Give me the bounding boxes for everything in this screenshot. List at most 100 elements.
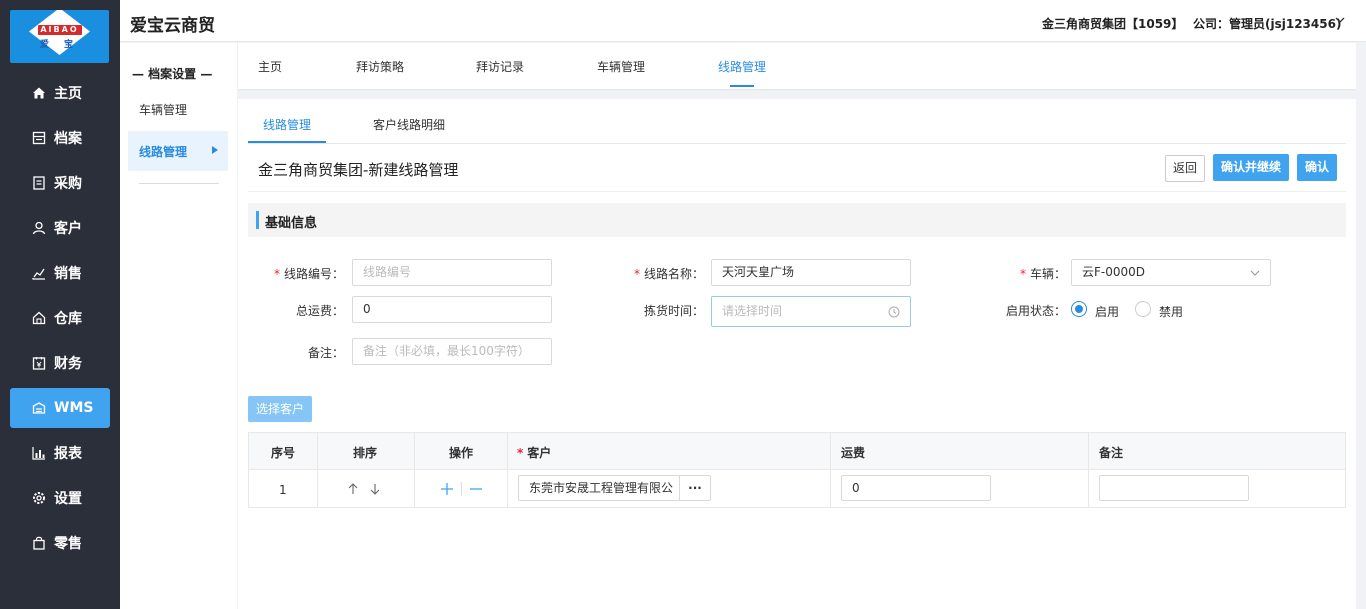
sidebar-item-label: WMS (54, 400, 94, 416)
confirm-and-continue-button[interactable]: 确认并继续 (1213, 154, 1289, 181)
sidebar-item-purchase[interactable]: 采购 (10, 163, 110, 203)
user-info[interactable]: 公司：管理员(jsj123456) (1193, 15, 1341, 32)
sidebar-item-report[interactable]: 报表 (10, 433, 110, 473)
company-name[interactable]: 金三角商贸集团【1059】 (1042, 15, 1183, 32)
tab-vehicle-management[interactable]: 车辆管理 (597, 58, 645, 75)
back-button[interactable]: 返回 (1165, 155, 1205, 182)
pick-time-input[interactable]: 请选择时间 (711, 296, 911, 327)
subnav-heading: — 档案设置 — (132, 67, 213, 81)
sidebar-item-retail[interactable]: 零售 (10, 523, 110, 563)
required-mark: * (1019, 267, 1026, 281)
panel-tab-route[interactable]: 线路管理 (263, 116, 311, 133)
row-index: 1 (279, 483, 287, 497)
remark-input[interactable]: 备注（非必填，最长100字符） (352, 338, 552, 365)
sidebar-item-label: 财务 (54, 356, 82, 372)
minus-icon[interactable] (469, 482, 483, 496)
select-customer-button[interactable]: 选择客户 (248, 396, 312, 422)
vehicle-label-text: 车辆： (1029, 267, 1066, 281)
section-title: 基础信息 (265, 216, 318, 231)
retail-icon (32, 536, 46, 550)
logo[interactable]: AIBAO 爱 宝 (10, 10, 109, 63)
sidebar-item-label: 零售 (54, 536, 82, 552)
total-freight-input[interactable]: 0 (352, 296, 552, 323)
status-disabled-label[interactable]: 禁用 (1159, 303, 1183, 320)
vehicle-select[interactable]: 云F-0000D (1071, 259, 1271, 286)
subnav-item-vehicle[interactable]: 车辆管理 (128, 101, 228, 121)
column-divider (317, 433, 318, 507)
plus-icon[interactable] (440, 482, 454, 496)
subnav-item-route[interactable]: 线路管理 (128, 131, 228, 171)
divider (461, 482, 462, 496)
archive-icon (32, 131, 46, 145)
sidebar-item-warehouse[interactable]: 仓库 (10, 298, 110, 338)
column-header-remark: 备注 (1099, 446, 1124, 460)
brand-title: 爱宝云商贸 (130, 16, 215, 36)
status-enabled-label[interactable]: 启用 (1095, 303, 1119, 320)
remark-cell-input[interactable] (1099, 475, 1249, 501)
total-freight-label: 总运费： (295, 304, 344, 318)
sidebar-item-sales[interactable]: 销售 (10, 253, 110, 293)
tab-route-management[interactable]: 线路管理 (718, 58, 766, 75)
route-name-label-text: 线路名称： (643, 267, 704, 281)
sidebar-item-settings[interactable]: 设置 (10, 478, 110, 518)
main-panel: 线路管理 客户线路明细 金三角商贸集团-新建线路管理 返回 确认并继续 确认 基… (238, 99, 1356, 609)
sidebar: AIBAO 爱 宝 主页 档案 采购 客户 销售 仓库 财务 WMS 报表 设置 (0, 0, 120, 609)
divider (248, 191, 1346, 192)
finance-icon (32, 356, 46, 370)
report-icon (32, 446, 46, 460)
chevron-down-icon[interactable] (1333, 13, 1347, 27)
scrollbar[interactable] (1356, 43, 1366, 609)
sidebar-item-label: 主页 (54, 86, 82, 102)
route-name-label: * 线路名称： (618, 265, 704, 282)
home-icon (32, 86, 46, 100)
sidebar-item-wms[interactable]: WMS (10, 388, 110, 428)
sidebar-item-label: 采购 (54, 176, 82, 192)
panel-tab-customer-route-detail[interactable]: 客户线路明细 (373, 116, 445, 133)
sidebar-item-finance[interactable]: 财务 (10, 343, 110, 383)
top-bar: 爱宝云商贸 金三角商贸集团【1059】 公司：管理员(jsj123456) (120, 0, 1366, 42)
customer-input[interactable]: 东莞市安晟工程管理有限公 (518, 475, 680, 501)
customer-table: 序号 排序 操作 * 客户 运费 备注 1 东莞市安晟工程管理有限公 ··· 0 (248, 432, 1346, 508)
sidebar-item-archive[interactable]: 档案 (10, 118, 110, 158)
column-divider (414, 433, 415, 507)
clock-icon (888, 306, 900, 318)
sidebar-item-label: 设置 (54, 491, 82, 507)
sidebar-item-label: 档案 (54, 131, 82, 147)
vehicle-select-value: 云F-0000D (1082, 265, 1146, 279)
tab-home[interactable]: 主页 (258, 58, 282, 75)
wms-icon (32, 401, 46, 415)
more-button[interactable]: ··· (679, 475, 711, 501)
column-header-sort: 排序 (353, 446, 378, 460)
status-label: 启用状态： (1005, 304, 1066, 318)
column-divider (1088, 433, 1089, 507)
active-tab-indicator (730, 85, 754, 87)
sidebar-item-home[interactable]: 主页 (10, 73, 110, 113)
subnav-item-label: 线路管理 (139, 144, 188, 159)
column-header-action: 操作 (449, 446, 474, 460)
column-divider (830, 433, 831, 507)
sidebar-item-customer[interactable]: 客户 (10, 208, 110, 248)
status-disabled-radio[interactable] (1135, 301, 1151, 317)
sub-nav: — 档案设置 — 车辆管理 线路管理 (120, 43, 237, 609)
confirm-button[interactable]: 确认 (1297, 154, 1337, 181)
pick-time-placeholder: 请选择时间 (722, 304, 783, 318)
route-code-input[interactable]: 线路编号 (352, 259, 552, 286)
tab-visit-records[interactable]: 拜访记录 (476, 58, 524, 75)
column-header-customer-text: 客户 (527, 446, 552, 460)
sidebar-item-label: 仓库 (54, 311, 82, 327)
page-title: 金三角商贸集团-新建线路管理 (258, 161, 459, 179)
sidebar-item-label: 报表 (54, 446, 82, 462)
settings-icon (32, 491, 46, 505)
customer-icon (32, 221, 46, 235)
divider (139, 183, 219, 184)
arrow-up-icon[interactable] (347, 482, 359, 496)
status-enabled-radio[interactable] (1071, 301, 1087, 317)
required-mark: * (273, 267, 280, 281)
arrow-down-icon[interactable] (369, 482, 381, 496)
purchase-icon (32, 176, 46, 190)
page-tabs: 主页 拜访策略 拜访记录 车辆管理 线路管理 (238, 43, 1356, 89)
route-name-input[interactable]: 天河天皇广场 (711, 259, 911, 286)
tab-visit-strategy[interactable]: 拜访策略 (356, 58, 404, 75)
freight-input[interactable]: 0 (841, 475, 991, 501)
vehicle-label: * 车辆： (998, 265, 1066, 282)
